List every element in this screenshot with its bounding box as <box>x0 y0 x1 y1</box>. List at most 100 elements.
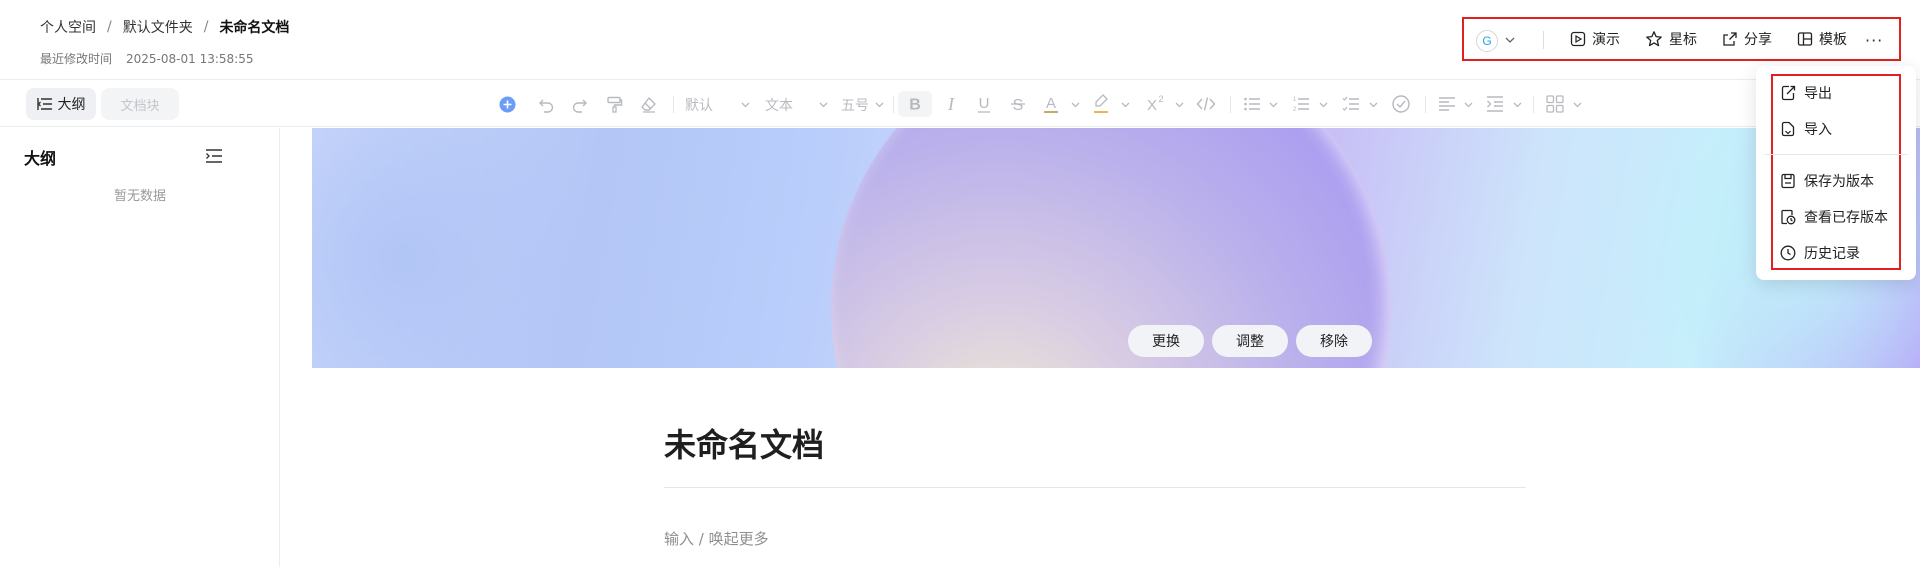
menu-item-label: 查看已存版本 <box>1804 210 1888 226</box>
divider <box>1425 96 1426 113</box>
outline-title: 大纲 <box>24 149 57 168</box>
chevron-down-icon[interactable] <box>1174 99 1185 110</box>
chevron-down-icon[interactable] <box>1318 99 1329 110</box>
chevron-down-icon[interactable] <box>740 99 751 110</box>
divider <box>1543 31 1544 49</box>
chevron-down-icon[interactable] <box>818 99 829 110</box>
chevron-down-icon[interactable] <box>874 99 885 110</box>
menu-item-label: 保存为版本 <box>1804 174 1874 190</box>
outline-icon <box>36 97 58 111</box>
format-painter-icon[interactable] <box>606 96 623 113</box>
present-button[interactable]: 演示 <box>1570 19 1620 59</box>
version-history-icon <box>1780 209 1804 225</box>
divider <box>1230 96 1231 113</box>
chevron-down-icon[interactable] <box>1504 34 1516 46</box>
chevron-down-icon[interactable] <box>1070 99 1081 110</box>
breadcrumb-separator: / <box>203 19 209 35</box>
undo-icon[interactable] <box>538 96 555 113</box>
insert-icon[interactable] <box>499 96 516 113</box>
menu-item-import[interactable]: 导入 <box>1780 115 1832 143</box>
italic-icon[interactable]: I <box>942 93 960 115</box>
cover-adjust-button[interactable]: 调整 <box>1212 325 1288 357</box>
menu-divider <box>1764 154 1908 155</box>
export-icon <box>1780 85 1804 101</box>
cover-replace-button[interactable]: 更换 <box>1128 325 1204 357</box>
clear-format-icon[interactable] <box>640 96 657 113</box>
highlight-icon[interactable] <box>1092 93 1110 115</box>
chevron-down-icon[interactable] <box>1368 99 1379 110</box>
redo-icon[interactable] <box>571 96 588 113</box>
outline-settings-icon[interactable] <box>205 148 223 164</box>
chevron-down-icon[interactable] <box>1268 99 1279 110</box>
code-icon[interactable] <box>1196 95 1216 113</box>
editor-toolbar: 大纲 文档块 默认 文本 五号 B I U S A X2 1 2 <box>0 81 1920 127</box>
breadcrumb-personal-space[interactable]: 个人空间 <box>40 17 96 37</box>
share-button[interactable]: 分享 <box>1722 19 1772 59</box>
more-menu: 导出 导入 保存为版本 查看已存版本 历史记录 <box>1756 66 1916 280</box>
breadcrumb-default-folder[interactable]: 默认文件夹 <box>123 17 193 37</box>
svg-text:S: S <box>1013 97 1024 114</box>
editor-placeholder[interactable]: 输入 / 唤起更多 <box>664 528 769 549</box>
last-modified-label: 最近修改时间 <box>40 52 113 66</box>
star-label: 星标 <box>1669 32 1697 48</box>
task-list-icon[interactable] <box>1342 95 1360 113</box>
template-button[interactable]: 模板 <box>1797 19 1847 59</box>
document-title[interactable]: 未命名文档 <box>664 420 824 466</box>
outline-tab-label: 大纲 <box>57 97 86 113</box>
svg-text:I: I <box>947 94 955 114</box>
breadcrumb-current-doc: 未命名文档 <box>219 20 290 36</box>
underline-icon[interactable]: U <box>975 93 993 115</box>
star-button[interactable]: 星标 <box>1645 19 1697 59</box>
menu-item-save-version[interactable]: 保存为版本 <box>1780 167 1874 195</box>
bullet-list-icon[interactable] <box>1243 95 1261 113</box>
check-circle-icon[interactable] <box>1392 95 1410 113</box>
svg-text:A: A <box>1046 95 1056 112</box>
bold-icon[interactable]: B <box>898 91 932 117</box>
chevron-down-icon[interactable] <box>1572 99 1583 110</box>
align-left-icon[interactable] <box>1438 95 1456 113</box>
menu-item-label: 导入 <box>1804 122 1832 138</box>
divider <box>673 96 674 113</box>
breadcrumb-separator: / <box>107 19 112 35</box>
grid-icon[interactable] <box>1546 95 1564 113</box>
cover-image: 更换 调整 移除 <box>312 128 1920 368</box>
menu-item-view-versions[interactable]: 查看已存版本 <box>1780 203 1888 231</box>
svg-text:X: X <box>1147 97 1157 114</box>
strikethrough-icon[interactable]: S <box>1009 93 1027 115</box>
chevron-down-icon[interactable] <box>1463 99 1474 110</box>
indent-icon[interactable] <box>1486 95 1504 113</box>
menu-item-history[interactable]: 历史记录 <box>1780 239 1860 267</box>
menu-item-export[interactable]: 导出 <box>1780 79 1832 107</box>
font-color-icon[interactable]: A <box>1042 93 1060 115</box>
collaborator-avatar[interactable]: G <box>1476 30 1498 52</box>
star-icon <box>1645 30 1669 48</box>
divider <box>1533 96 1534 113</box>
title-divider <box>664 487 1526 488</box>
outline-tab[interactable]: 大纲 <box>26 88 96 120</box>
svg-text:B: B <box>909 97 921 114</box>
template-icon <box>1797 31 1819 47</box>
font-family-select[interactable]: 默认 <box>685 95 713 115</box>
present-label: 演示 <box>1592 32 1620 48</box>
menu-item-label: 历史记录 <box>1804 246 1860 262</box>
font-size-select[interactable]: 五号 <box>841 95 869 115</box>
top-actions-bar: G 演示 星标 分享 模板 ··· <box>1462 17 1901 61</box>
divider <box>893 96 894 113</box>
save-icon <box>1780 173 1804 189</box>
superscript-icon[interactable]: X2 <box>1144 93 1166 115</box>
cover-remove-button[interactable]: 移除 <box>1296 325 1372 357</box>
cover-decoration <box>312 128 612 368</box>
chevron-down-icon[interactable] <box>1512 99 1523 110</box>
numbered-list-icon[interactable]: 12 <box>1292 95 1310 113</box>
chevron-down-icon[interactable] <box>1120 99 1131 110</box>
more-icon[interactable]: ··· <box>1865 31 1883 50</box>
svg-text:2: 2 <box>1293 107 1297 113</box>
document-header: 个人空间 / 默认文件夹 / 未命名文档 最近修改时间 2025-08-01 13… <box>0 0 1920 80</box>
last-modified: 最近修改时间 2025-08-01 13:58:55 <box>40 50 253 67</box>
present-icon <box>1570 31 1592 47</box>
docblock-tab[interactable]: 文档块 <box>101 88 179 120</box>
template-label: 模板 <box>1819 32 1847 48</box>
outline-empty-state: 暂无数据 <box>113 189 166 204</box>
share-label: 分享 <box>1744 32 1772 48</box>
block-type-select[interactable]: 文本 <box>765 95 793 115</box>
